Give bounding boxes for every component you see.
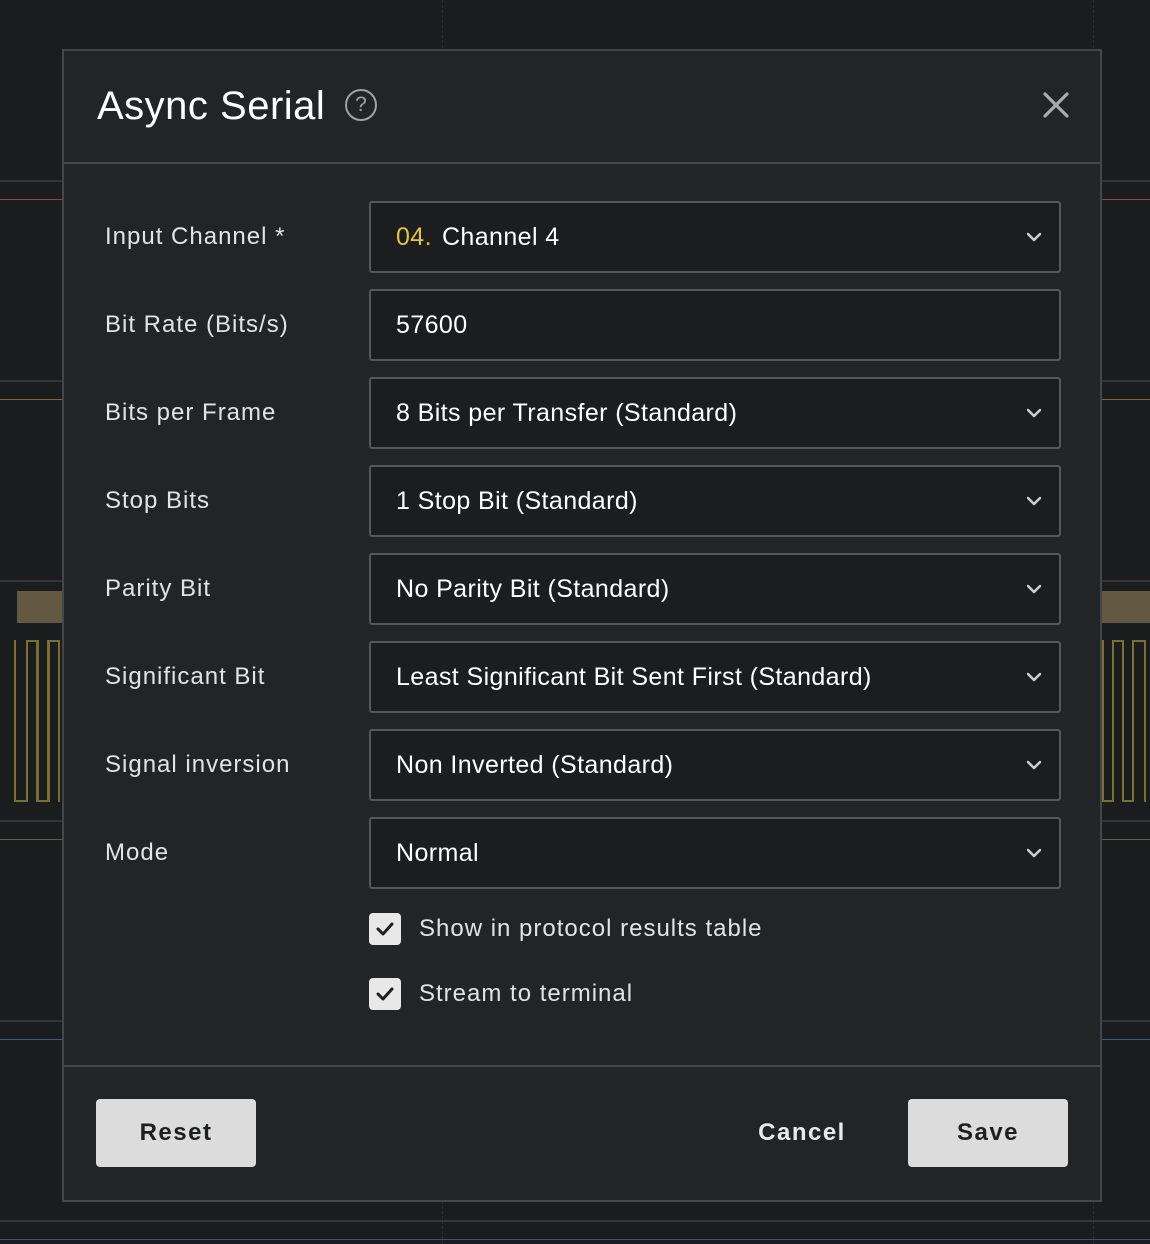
signal-waveform [1132,640,1146,802]
significant-bit-label: Significant Bit [105,663,266,690]
stop-bits-select[interactable]: 1 Stop Bit (Standard) [369,465,1061,537]
dialog-footer: Reset Cancel Save [64,1065,1100,1200]
stream-to-terminal-label: Stream to terminal [419,980,634,1007]
async-serial-dialog: Async Serial ? Input Channel * 04. Channe… [62,49,1102,1202]
form-row-stop-bits: Stop Bits 1 Stop Bit (Standard) [64,465,1100,537]
chevron-down-icon [1026,848,1042,858]
form-row-significant-bit: Significant Bit Least Significant Bit Se… [64,641,1100,713]
input-channel-label: Input Channel * [105,223,286,250]
bit-rate-label: Bit Rate (Bits/s) [105,311,289,338]
signal-waveform [48,640,60,802]
channel-number: 04. [396,223,432,251]
parity-bit-value: No Parity Bit (Standard) [396,575,670,603]
form-row-bit-rate: Bit Rate (Bits/s) 57600 [64,289,1100,361]
cancel-button[interactable]: Cancel [732,1099,872,1167]
bits-per-frame-value: 8 Bits per Transfer (Standard) [396,399,738,427]
dialog-header: Async Serial ? [64,51,1100,164]
form-row-bits-per-frame: Bits per Frame 8 Bits per Transfer (Stan… [64,377,1100,449]
chevron-down-icon [1026,672,1042,682]
channel-separator [0,1220,1150,1222]
channel-name: Channel 4 [441,223,560,251]
protocol-frame-block [1100,591,1150,623]
form-row-mode: Mode Normal [64,817,1100,889]
stop-bits-value: 1 Stop Bit (Standard) [396,487,638,515]
show-in-results-table-checkbox[interactable] [369,913,401,945]
dialog-title: Async Serial [97,84,326,128]
mode-value: Normal [396,839,479,867]
bits-per-frame-select[interactable]: 8 Bits per Transfer (Standard) [369,377,1061,449]
signal-inversion-value: Non Inverted (Standard) [396,751,674,779]
help-circle-icon[interactable]: ? [345,89,377,121]
chevron-down-icon [1026,408,1042,418]
input-channel-value: 04. Channel 4 [396,223,560,252]
significant-bit-value: Least Significant Bit Sent First (Standa… [396,663,872,691]
checkmark-icon [376,922,394,936]
bits-per-frame-label: Bits per Frame [105,399,277,426]
signal-inversion-select[interactable]: Non Inverted (Standard) [369,729,1061,801]
stream-to-terminal-checkbox[interactable] [369,978,401,1010]
save-button[interactable]: Save [908,1099,1068,1167]
show-in-results-table-label: Show in protocol results table [419,915,763,942]
bit-rate-value: 57600 [396,311,468,339]
bit-rate-input[interactable]: 57600 [369,289,1061,361]
form-row-parity-bit: Parity Bit No Parity Bit (Standard) [64,553,1100,625]
chevron-down-icon [1026,584,1042,594]
reset-button[interactable]: Reset [96,1099,256,1167]
parity-bit-label: Parity Bit [105,575,212,602]
parity-bit-select[interactable]: No Parity Bit (Standard) [369,553,1061,625]
stop-bits-label: Stop Bits [105,487,211,514]
chevron-down-icon [1026,760,1042,770]
close-icon[interactable] [1042,91,1070,119]
checkmark-icon [376,987,394,1001]
signal-inversion-label: Signal inversion [105,751,291,778]
channel-trace [0,1239,1150,1240]
mode-label: Mode [105,839,170,866]
significant-bit-select[interactable]: Least Significant Bit Sent First (Standa… [369,641,1061,713]
protocol-frame-block [17,591,67,623]
chevron-down-icon [1026,232,1042,242]
mode-select[interactable]: Normal [369,817,1061,889]
form-row-input-channel: Input Channel * 04. Channel 4 [64,201,1100,273]
chevron-down-icon [1026,496,1042,506]
form-row-signal-inversion: Signal inversion Non Inverted (Standard) [64,729,1100,801]
input-channel-select[interactable]: 04. Channel 4 [369,201,1061,273]
